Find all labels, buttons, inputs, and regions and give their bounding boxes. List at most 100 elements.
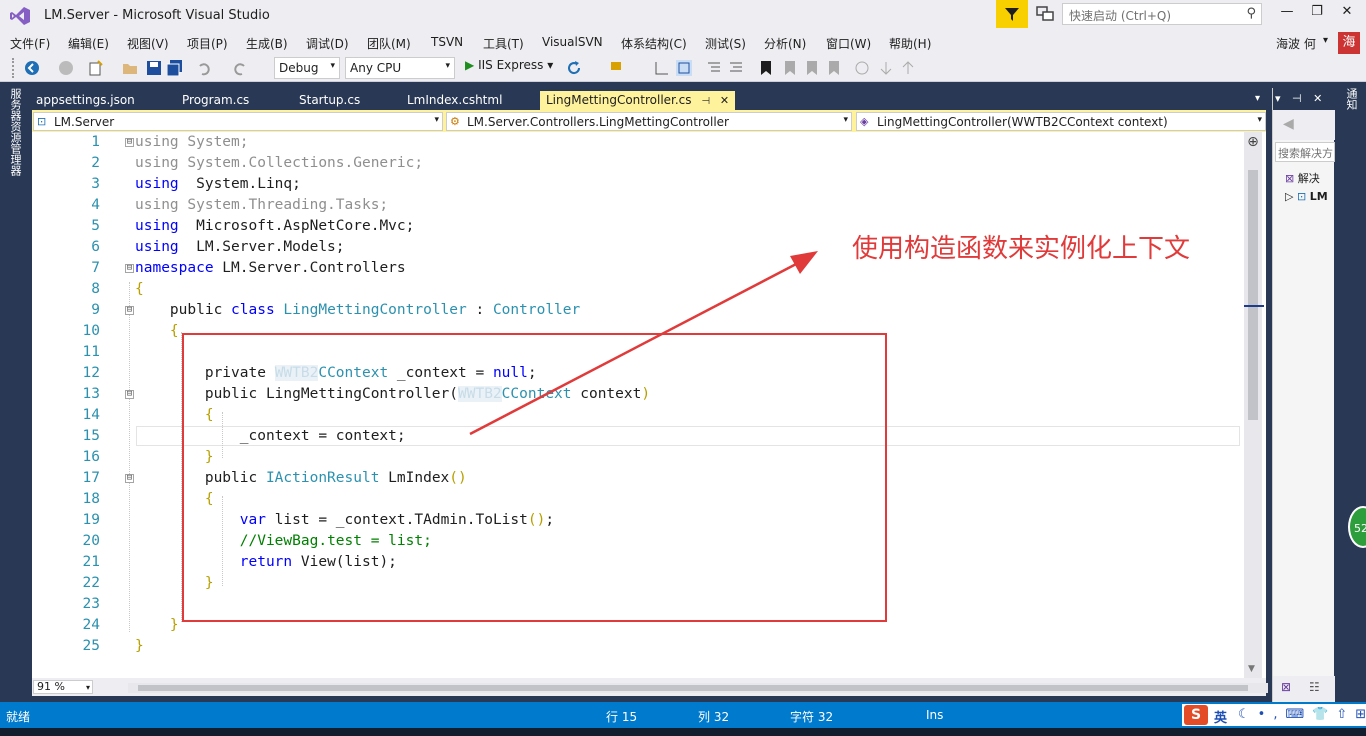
notifications-tab[interactable]: 通知 [1344, 88, 1358, 110]
collapse-icon[interactable]: ⊟ [125, 306, 134, 315]
avatar[interactable]: 海 [1338, 32, 1360, 54]
feedback-icon[interactable] [1036, 6, 1054, 22]
menu-window[interactable]: 窗口(W) [826, 35, 871, 52]
code-line[interactable]: 25} [32, 636, 1242, 657]
member-select[interactable]: ◈ LingMettingController(WWTB2CContext co… [856, 112, 1266, 131]
solution-search-input[interactable]: 搜索解决方 [1275, 142, 1335, 162]
split-window-icon[interactable]: ⊕ [1244, 134, 1262, 152]
menu-analyze[interactable]: 分析(N) [764, 35, 806, 52]
quick-launch-input[interactable]: 快速启动 (Ctrl+Q) ⚲ [1062, 3, 1262, 25]
pin-icon[interactable]: ⊣ [701, 96, 710, 107]
solution-configuration-select[interactable]: Debug ▾ [274, 57, 340, 79]
menu-edit[interactable]: 编辑(E) [68, 35, 109, 52]
undo-icon[interactable] [196, 60, 212, 76]
ime-toolbar[interactable]: S 英 ☾•,⌨👕⇧⊞ [1182, 704, 1366, 726]
line-number: 12 [82, 365, 100, 381]
code-line[interactable]: 4 using System.Threading.Tasks; [32, 195, 1242, 216]
refresh-icon[interactable] [566, 60, 582, 76]
menu-build[interactable]: 生成(B) [246, 35, 288, 52]
menu-view[interactable]: 视图(V) [127, 35, 169, 52]
save-all-icon[interactable] [167, 60, 183, 76]
step-icon[interactable] [654, 60, 670, 76]
code-line[interactable]: 1 ⊟ using System; [32, 132, 1242, 153]
menu-bar: 文件(F) 编辑(E) 视图(V) 项目(P) 生成(B) 调试(D) 团队(M… [0, 32, 1366, 54]
solution-platform-select[interactable]: Any CPU ▾ [345, 57, 455, 79]
outdent-icon[interactable] [706, 60, 722, 76]
scroll-thumb[interactable] [138, 685, 1248, 691]
redo-icon[interactable] [232, 60, 248, 76]
ime-language[interactable]: 英 [1214, 707, 1227, 726]
toggle-view-icon[interactable] [676, 60, 692, 76]
line-number: 8 [91, 281, 100, 297]
line-number: 19 [82, 512, 100, 528]
menu-team[interactable]: 团队(M) [367, 35, 411, 52]
arrow-down-icon[interactable] [878, 60, 894, 76]
menu-file[interactable]: 文件(F) [10, 35, 50, 52]
browser-link-icon[interactable] [610, 60, 626, 76]
tab-lmindex[interactable]: LmIndex.cshtml [407, 91, 502, 110]
collapse-icon[interactable]: ⊟ [125, 390, 134, 399]
expand-icon[interactable]: ▷ [1285, 190, 1293, 203]
menu-help[interactable]: 帮助(H) [889, 35, 931, 52]
code-line[interactable]: 3 using System.Linq; [32, 174, 1242, 195]
tab-appsettings[interactable]: appsettings.json [36, 91, 135, 110]
horizontal-scrollbar[interactable] [128, 683, 1268, 693]
zoom-select[interactable]: 91 % ▾ [33, 680, 93, 694]
solution-node[interactable]: ⊠ 解决 [1285, 170, 1335, 186]
new-item-icon[interactable] [88, 60, 104, 76]
scroll-thumb[interactable] [1248, 170, 1258, 420]
project-node[interactable]: ▷ ⊡ LM [1285, 190, 1335, 203]
code-line[interactable]: 9 ⊟ public class LingMettingController : … [32, 300, 1242, 321]
collapse-icon[interactable]: ⊟ [125, 474, 134, 483]
menu-project[interactable]: 项目(P) [187, 35, 228, 52]
project-select[interactable]: ⊡ LM.Server ▾ [33, 112, 443, 131]
menu-test[interactable]: 测试(S) [705, 35, 746, 52]
collapse-icon[interactable]: ⊟ [125, 264, 134, 273]
publish-icon[interactable] [854, 60, 870, 76]
tab-overflow-icon[interactable]: ▾ [1255, 93, 1260, 104]
bookmark-icon[interactable] [758, 60, 774, 76]
tab-program[interactable]: Program.cs [182, 91, 249, 110]
forward-icon[interactable] [58, 60, 74, 76]
vertical-scrollbar[interactable] [1244, 132, 1262, 678]
previous-bookmark-icon[interactable] [782, 60, 798, 76]
next-bookmark-icon[interactable] [804, 60, 820, 76]
close-tab-icon[interactable]: ✕ [720, 94, 729, 107]
tab-startup[interactable]: Startup.cs [299, 91, 360, 110]
team-explorer-tab-icon[interactable]: ☷ [1309, 680, 1320, 694]
server-explorer-tab[interactable]: 服务器资源管理器 [8, 88, 22, 176]
menu-visualsvn[interactable]: VisualSVN [542, 35, 603, 49]
back-icon[interactable] [24, 60, 40, 76]
menu-architecture[interactable]: 体系结构(C) [621, 35, 687, 52]
back-icon[interactable]: ◀ [1283, 116, 1294, 132]
minimize-button[interactable]: — [1272, 4, 1302, 26]
panel-menu-icon[interactable]: ▾ [1275, 92, 1281, 105]
collapse-icon[interactable]: ⊟ [125, 138, 134, 147]
notification-filter-icon[interactable] [996, 0, 1028, 28]
code-line[interactable]: 2 using System.Collections.Generic; [32, 153, 1242, 174]
start-debugging-button[interactable]: ▶ IIS Express ▾ [465, 58, 553, 72]
solution-explorer-tab-icon[interactable]: ⊠ [1281, 680, 1291, 694]
open-folder-icon[interactable] [122, 60, 138, 76]
maximize-button[interactable]: ❐ [1302, 4, 1332, 26]
code-token: LM.Server.Models; [178, 239, 345, 255]
close-icon[interactable]: ✕ [1313, 92, 1322, 105]
tab-lingmettingcontroller[interactable]: LingMettingController.cs ⊣ ✕ [540, 91, 736, 110]
menu-tsvn[interactable]: TSVN [431, 35, 463, 49]
indent-icon[interactable] [728, 60, 744, 76]
user-name[interactable]: 海波 何 [1276, 35, 1316, 52]
code-line[interactable]: 8{ [32, 279, 1242, 300]
menu-tools[interactable]: 工具(T) [483, 35, 524, 52]
chevron-down-icon[interactable]: ▾ [1323, 35, 1328, 46]
ime-tool-icons[interactable]: ☾•,⌨👕⇧⊞ [1238, 707, 1366, 722]
scroll-down-icon[interactable]: ▼ [1248, 664, 1255, 674]
close-button[interactable]: ✕ [1332, 4, 1362, 26]
clear-bookmarks-icon[interactable] [826, 60, 842, 76]
arrow-up-icon[interactable] [900, 60, 916, 76]
pin-icon[interactable]: ⊣ [1292, 92, 1302, 105]
save-icon[interactable] [146, 60, 162, 76]
class-select[interactable]: ⚙ LM.Server.Controllers.LingMettingContr… [446, 112, 852, 131]
chevron-down-icon: ▾ [330, 61, 335, 71]
menu-debug[interactable]: 调试(D) [306, 35, 349, 52]
toolbar-grip[interactable] [12, 58, 16, 78]
